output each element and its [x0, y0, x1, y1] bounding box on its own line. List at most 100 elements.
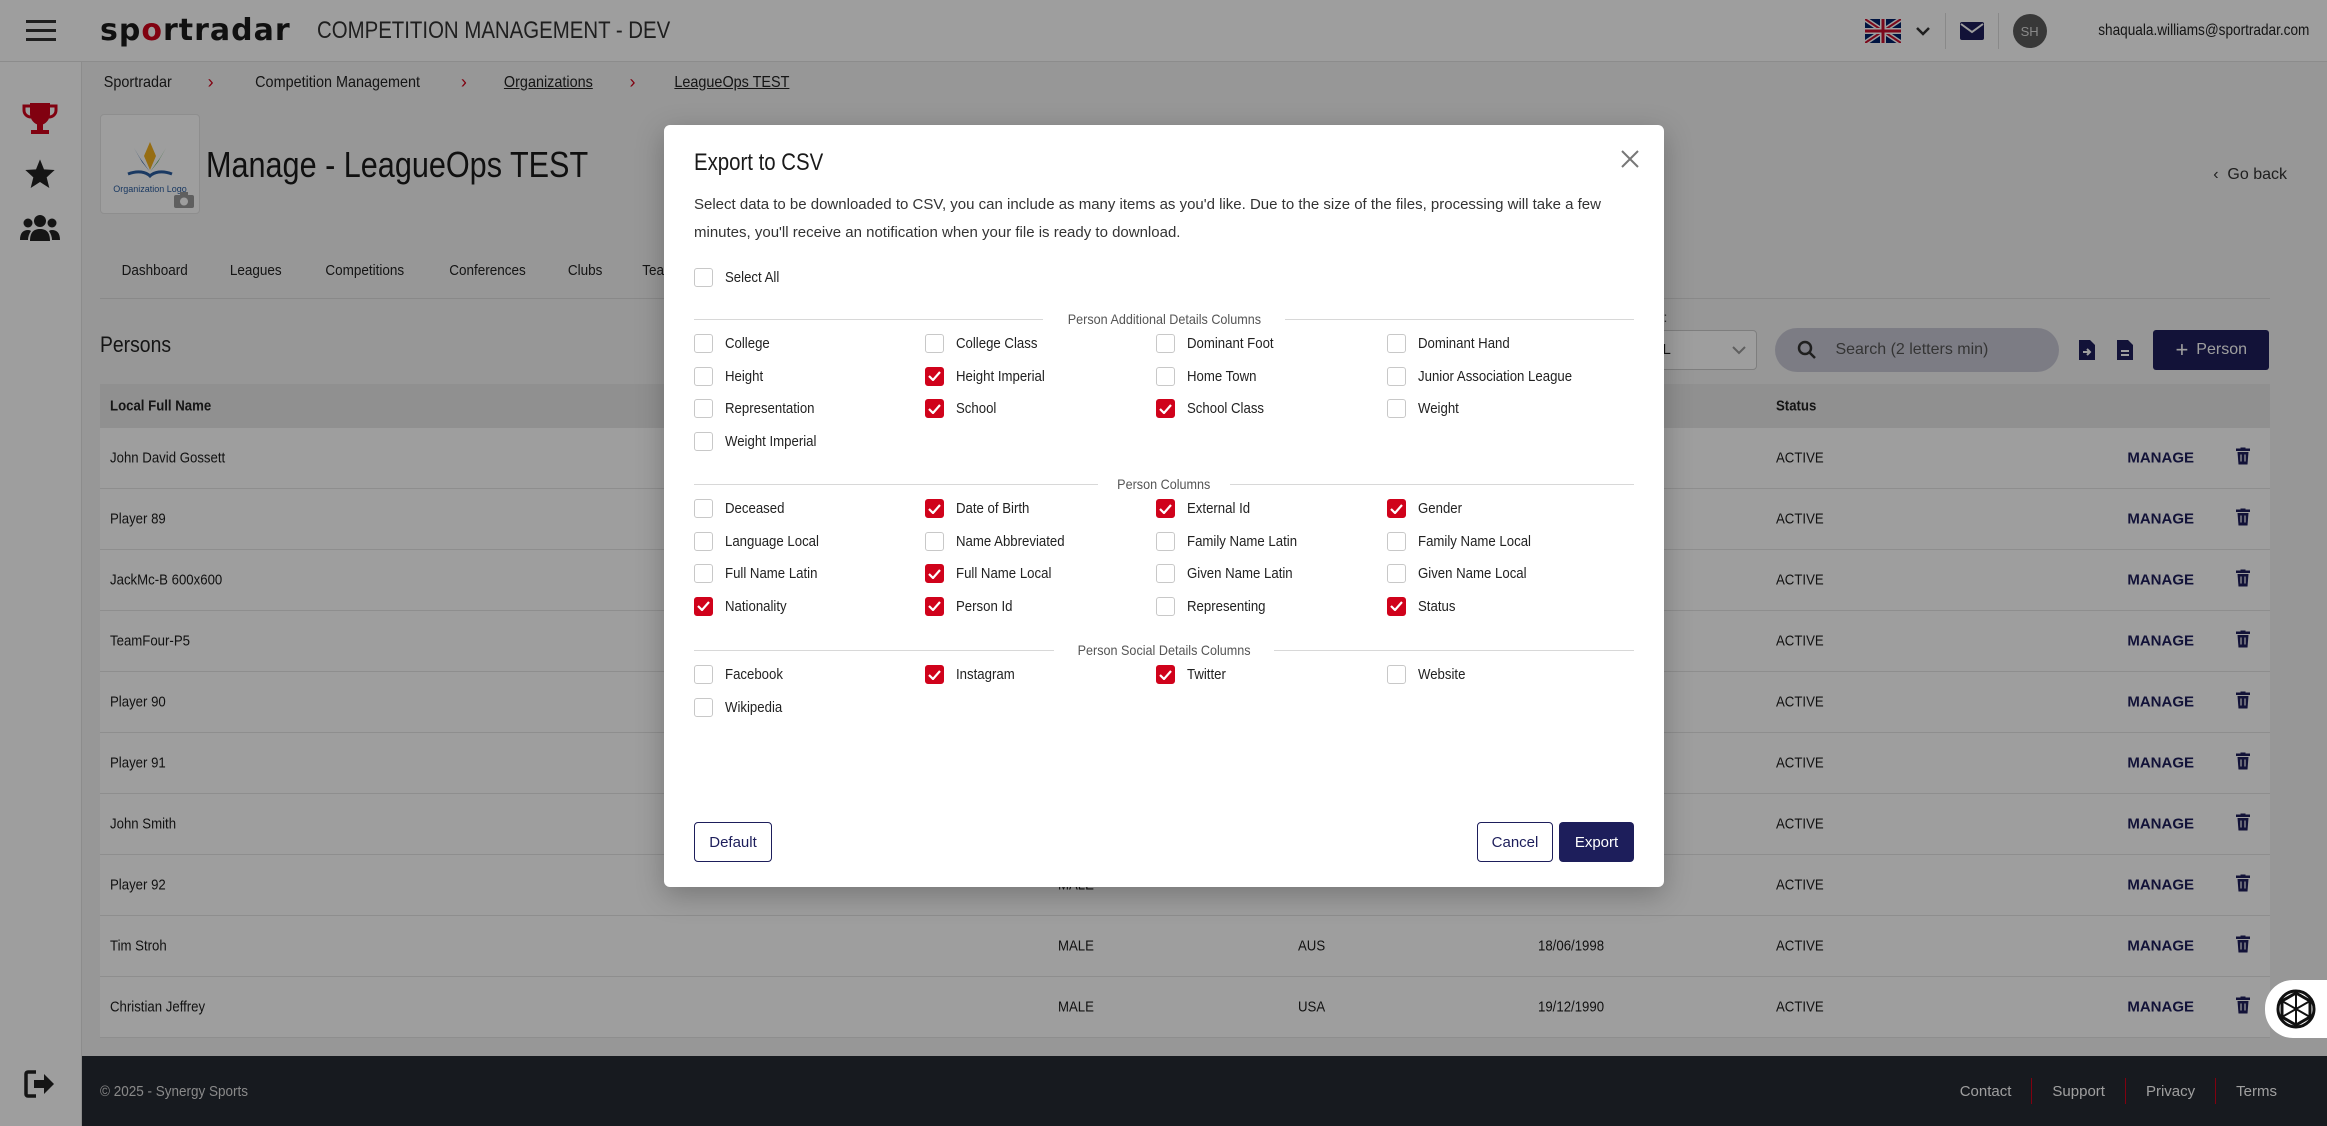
- checkbox-group-title: Person Additional Details Columns: [1067, 311, 1261, 327]
- checkbox-family-name-latin[interactable]: Family Name Latin: [1156, 531, 1312, 551]
- checkbox-representing[interactable]: Representing: [1156, 596, 1276, 616]
- checkbox-box[interactable]: [1387, 366, 1406, 386]
- checkbox-box[interactable]: [925, 334, 944, 353]
- checkbox-label: Select All: [725, 269, 780, 286]
- checkbox-group-title: Person Columns: [1117, 476, 1211, 492]
- checkbox-box[interactable]: [925, 596, 944, 616]
- checkbox-box[interactable]: [1387, 665, 1406, 684]
- checkbox-box[interactable]: [1156, 399, 1175, 418]
- checkbox-label: Height Imperial: [956, 367, 1045, 385]
- default-button[interactable]: Default: [694, 822, 772, 862]
- checkbox-college[interactable]: College: [694, 334, 776, 353]
- checkbox-weight[interactable]: Weight: [1387, 399, 1464, 418]
- export-button[interactable]: Export: [1559, 822, 1634, 862]
- checkbox-box[interactable]: [925, 665, 944, 684]
- checkbox-full-name-latin[interactable]: Full Name Latin: [694, 564, 830, 583]
- checkbox-label: Status: [1418, 597, 1456, 615]
- checkbox-label: Height: [725, 367, 764, 385]
- checkbox-box[interactable]: [694, 366, 713, 386]
- checkbox-box[interactable]: [925, 499, 944, 518]
- checkbox-box[interactable]: [1156, 531, 1175, 551]
- checkbox-given-name-latin[interactable]: Given Name Latin: [1156, 564, 1307, 583]
- checkbox-group-header: Person Columns: [694, 474, 1634, 494]
- checkbox-box[interactable]: [1156, 334, 1175, 353]
- checkbox-label: College: [725, 335, 770, 352]
- checkbox-box[interactable]: [1156, 564, 1175, 583]
- checkbox-box[interactable]: [1387, 499, 1406, 518]
- checkbox-person-id[interactable]: Person Id: [925, 596, 1020, 616]
- checkbox-box[interactable]: [694, 697, 713, 717]
- checkbox-box[interactable]: [1156, 596, 1175, 616]
- checkbox-box[interactable]: [1387, 564, 1406, 583]
- checkbox-select-all[interactable]: Select All: [694, 268, 787, 287]
- checkbox-box[interactable]: [694, 499, 713, 518]
- checkbox-label: Deceased: [725, 500, 785, 517]
- checkbox-box[interactable]: [694, 665, 713, 684]
- checkbox-box[interactable]: [1387, 399, 1406, 418]
- checkbox-box[interactable]: [925, 399, 944, 418]
- checkbox-status[interactable]: Status: [1387, 596, 1461, 616]
- checkbox-box[interactable]: [1156, 366, 1175, 386]
- checkbox-box[interactable]: [694, 268, 713, 287]
- checkbox-representation[interactable]: Representation: [694, 399, 827, 418]
- checkbox-box[interactable]: [1156, 665, 1175, 684]
- checkbox-given-name-local[interactable]: Given Name Local: [1387, 564, 1541, 583]
- checkbox-box[interactable]: [925, 366, 944, 386]
- checkbox-box[interactable]: [1387, 334, 1406, 353]
- checkbox-family-name-local[interactable]: Family Name Local: [1387, 531, 1546, 551]
- checkbox-nationality[interactable]: Nationality: [694, 596, 795, 616]
- checkbox-box[interactable]: [694, 334, 713, 353]
- checkbox-name-abbreviated[interactable]: Name Abbreviated: [925, 531, 1079, 551]
- checkbox-group-title: Person Social Details Columns: [1077, 642, 1251, 658]
- checkbox-school-class[interactable]: School Class: [1156, 399, 1275, 418]
- checkbox-dominant-hand[interactable]: Dominant Hand: [1387, 334, 1522, 353]
- checkbox-label: Full Name Latin: [725, 565, 818, 582]
- checkbox-external-id[interactable]: External Id: [1156, 499, 1259, 518]
- checkbox-label: External Id: [1187, 500, 1251, 517]
- checkbox-junior-association-league[interactable]: Junior Association League: [1387, 366, 1593, 386]
- checkbox-dominant-foot[interactable]: Dominant Foot: [1156, 334, 1285, 353]
- export-csv-modal: Export to CSV Select data to be download…: [664, 125, 1664, 887]
- close-icon[interactable]: [1618, 147, 1642, 171]
- checkbox-weight-imperial[interactable]: Weight Imperial: [694, 431, 829, 451]
- checkbox-box[interactable]: [694, 531, 713, 551]
- checkbox-home-town[interactable]: Home Town: [1156, 366, 1266, 386]
- checkbox-height[interactable]: Height: [694, 366, 768, 386]
- divider: [694, 649, 1054, 651]
- checkbox-label: Date of Birth: [956, 500, 1030, 517]
- checkbox-label: Representing: [1187, 597, 1266, 615]
- checkbox-box[interactable]: [1387, 596, 1406, 616]
- checkbox-school[interactable]: School: [925, 399, 1002, 418]
- checkbox-label: Language Local: [725, 532, 819, 550]
- checkbox-wikipedia[interactable]: Wikipedia: [694, 697, 790, 717]
- checkbox-instagram[interactable]: Instagram: [925, 665, 1023, 684]
- checkbox-box[interactable]: [925, 564, 944, 583]
- checkbox-facebook[interactable]: Facebook: [694, 665, 791, 684]
- checkbox-box[interactable]: [694, 431, 713, 451]
- divider: [1229, 483, 1634, 485]
- checkbox-label: College Class: [956, 335, 1038, 352]
- divider: [694, 483, 1099, 485]
- checkbox-college-class[interactable]: College Class: [925, 334, 1049, 353]
- help-widget-button[interactable]: [2265, 980, 2327, 1038]
- checkbox-full-name-local[interactable]: Full Name Local: [925, 564, 1064, 583]
- checkbox-group-header: Person Additional Details Columns: [694, 309, 1634, 329]
- checkbox-box[interactable]: [925, 531, 944, 551]
- checkbox-website[interactable]: Website: [1387, 665, 1472, 684]
- checkbox-gender[interactable]: Gender: [1387, 499, 1468, 518]
- cancel-button[interactable]: Cancel: [1477, 822, 1553, 862]
- checkbox-language-local[interactable]: Language Local: [694, 531, 832, 551]
- checkbox-label: Name Abbreviated: [956, 532, 1065, 550]
- checkbox-box[interactable]: [694, 564, 713, 583]
- checkbox-deceased[interactable]: Deceased: [694, 499, 793, 518]
- checkbox-box[interactable]: [1156, 499, 1175, 518]
- checkbox-box[interactable]: [694, 399, 713, 418]
- checkbox-label: Twitter: [1187, 666, 1226, 683]
- checkbox-box[interactable]: [694, 596, 713, 616]
- checkbox-date-of-birth[interactable]: Date of Birth: [925, 499, 1039, 518]
- checkbox-height-imperial[interactable]: Height Imperial: [925, 366, 1057, 386]
- checkbox-label: Facebook: [725, 666, 783, 683]
- checkbox-label: Person Id: [956, 597, 1013, 615]
- checkbox-twitter[interactable]: Twitter: [1156, 665, 1231, 684]
- checkbox-box[interactable]: [1387, 531, 1406, 551]
